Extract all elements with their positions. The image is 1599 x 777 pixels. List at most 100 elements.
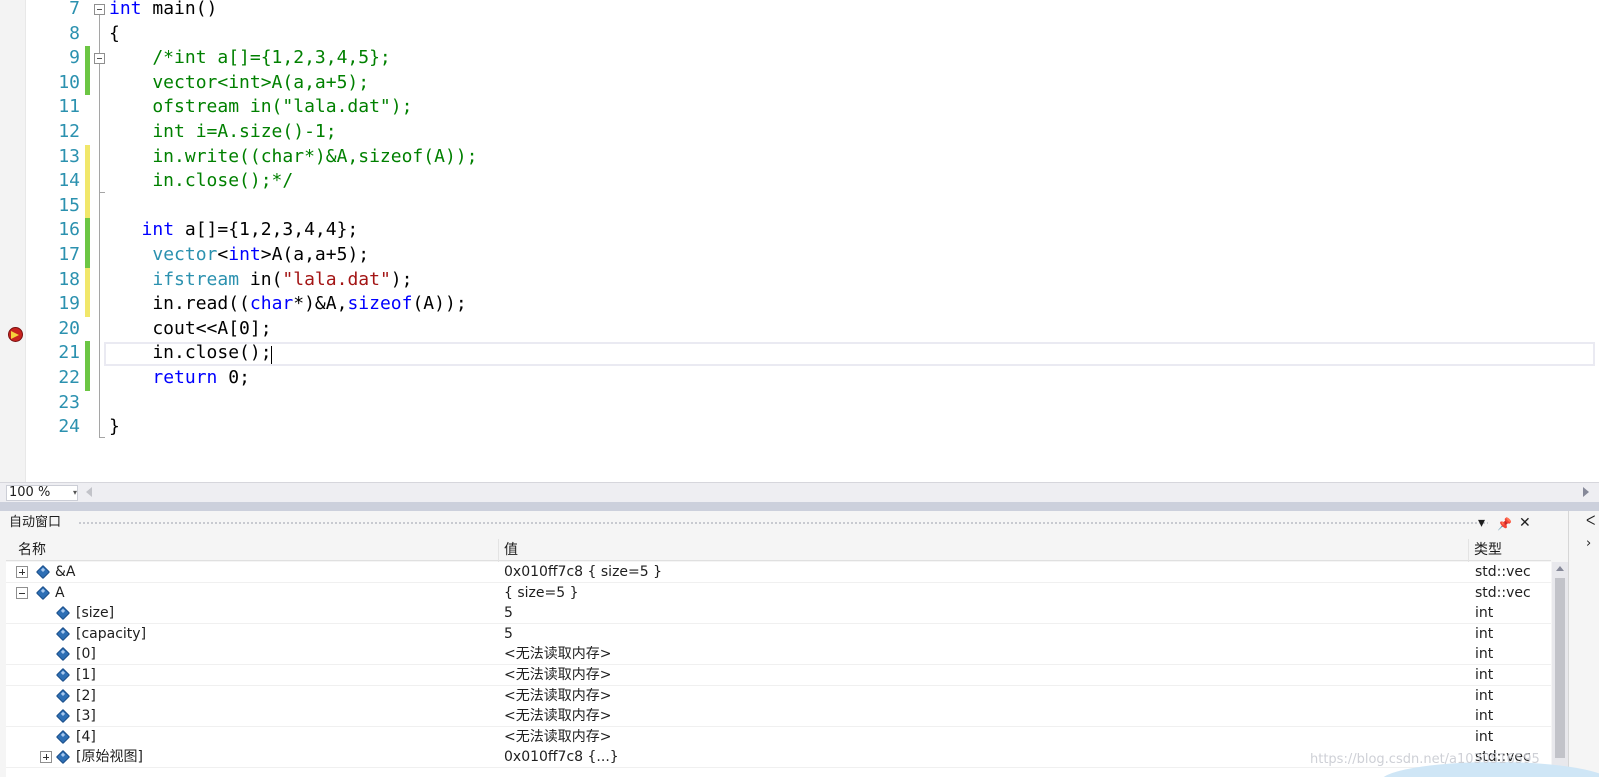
scroll-thumb[interactable] bbox=[1555, 578, 1565, 758]
code-line[interactable]: 13 in.write((char*)&A,sizeof(A)); bbox=[0, 144, 1599, 170]
collapse-comment-icon[interactable] bbox=[94, 53, 105, 64]
code-line[interactable]: 18 ifstream in("lala.dat"); bbox=[0, 267, 1599, 293]
variable-name: [2] bbox=[76, 687, 96, 704]
change-marker bbox=[85, 366, 90, 391]
code-line[interactable]: 11 ofstream in("lala.dat"); bbox=[0, 95, 1599, 120]
collapse-icon[interactable] bbox=[16, 586, 28, 599]
variable-value[interactable]: 5 bbox=[504, 605, 1464, 622]
vertical-scrollbar[interactable] bbox=[1552, 562, 1568, 777]
code-line[interactable]: 19 in.read((char*)&A,sizeof(A)); bbox=[0, 292, 1599, 317]
outline-guide-end bbox=[99, 437, 105, 438]
text-caret bbox=[271, 346, 272, 364]
code-token: in.close();*/ bbox=[109, 170, 294, 192]
variable-name: [原始视图] bbox=[76, 749, 143, 766]
field-icon bbox=[55, 647, 71, 662]
line-number: 7 bbox=[69, 0, 80, 19]
code-token: int i=A.size()-1; bbox=[109, 121, 337, 142]
code-line[interactable]: 24} bbox=[0, 415, 1599, 440]
autos-row[interactable]: [size] 5 int bbox=[6, 603, 1551, 625]
line-number: 18 bbox=[58, 268, 80, 290]
autos-row[interactable]: [1] <无法读取内存> int bbox=[6, 665, 1551, 686]
code-text: in.read((char*)&A,sizeof(A)); bbox=[109, 292, 467, 317]
code-token: { bbox=[109, 22, 120, 44]
code-line[interactable]: 23 bbox=[0, 391, 1599, 416]
variable-value[interactable]: { size=5 } bbox=[504, 585, 1464, 602]
line-number: 9 bbox=[69, 47, 80, 69]
code-line[interactable]: 17 vector<int>A(a,a+5); bbox=[0, 243, 1599, 268]
autos-window: 自动窗口 ▾ 📌 ✕ ᐸ › 名称 值 类型 &A 0x010ff7c8 { si… bbox=[0, 511, 1599, 777]
code-line[interactable]: 14 in.close();*/ bbox=[0, 169, 1599, 194]
expand-icon[interactable] bbox=[40, 751, 52, 764]
breakpoint-current-statement-icon[interactable] bbox=[8, 327, 23, 342]
window-position-dropdown-icon[interactable]: ▾ bbox=[1478, 514, 1485, 532]
code-token: int bbox=[109, 0, 142, 19]
code-line[interactable]: 7 int main() bbox=[0, 0, 1599, 22]
code-text: return 0; bbox=[109, 366, 250, 391]
side-expand-icon[interactable]: › bbox=[1586, 536, 1591, 551]
collapse-main-icon[interactable] bbox=[94, 4, 105, 15]
outline-guide bbox=[99, 193, 100, 437]
code-line[interactable]: 16 int a[]={1,2,3,4,4}; bbox=[0, 218, 1599, 243]
variable-value[interactable]: <无法读取内存> bbox=[504, 688, 1464, 705]
code-token: in( bbox=[239, 268, 283, 290]
variable-type: int bbox=[1475, 667, 1494, 683]
code-line[interactable]: 15 bbox=[0, 193, 1599, 219]
side-tab-icon[interactable]: ᐸ bbox=[1586, 514, 1595, 529]
autos-row[interactable]: &A 0x010ff7c8 { size=5 } std::vec bbox=[6, 562, 1551, 583]
expand-icon[interactable] bbox=[16, 566, 28, 578]
autos-grid-body: &A 0x010ff7c8 { size=5 } std::vec A{ size=5… bbox=[6, 562, 1551, 777]
column-header-name[interactable]: 名称 bbox=[18, 542, 46, 558]
variable-value[interactable]: 5 bbox=[504, 626, 1464, 643]
code-token: } bbox=[109, 416, 120, 438]
code-text: cout<<A[0]; bbox=[109, 317, 272, 342]
change-marker bbox=[85, 243, 90, 268]
title-grip[interactable] bbox=[78, 521, 1488, 526]
scroll-right-icon[interactable] bbox=[1583, 487, 1589, 497]
change-marker bbox=[85, 341, 90, 366]
code-token: /*int a[]={1,2,3,4,5}; bbox=[109, 47, 391, 69]
code-line[interactable]: 20 cout<<A[0]; bbox=[0, 317, 1599, 342]
autos-grid-header: 名称 值 类型 bbox=[6, 539, 1551, 561]
code-line[interactable]: 22 return 0; bbox=[0, 366, 1599, 391]
autos-row[interactable]: [2] <无法读取内存> int bbox=[6, 685, 1551, 707]
line-number: 24 bbox=[58, 416, 80, 438]
column-header-type[interactable]: 类型 bbox=[1474, 542, 1502, 558]
variable-value[interactable]: 0x010ff7c8 { size=5 } bbox=[504, 564, 1464, 581]
code-line[interactable]: 8{ bbox=[0, 22, 1599, 47]
variable-name: &A bbox=[55, 564, 76, 580]
line-number: 11 bbox=[58, 96, 80, 118]
code-editor[interactable]: 7 int main() 8{9 /*int a[]={1,2,3,4,5}; 10 … bbox=[0, 0, 1599, 482]
autos-row[interactable]: A { size=5 } std::vec bbox=[6, 582, 1551, 604]
code-line[interactable]: 10 vector<int>A(a,a+5); bbox=[0, 70, 1599, 96]
code-token: cout<<A[0]; bbox=[109, 317, 272, 339]
change-marker bbox=[85, 267, 90, 293]
code-line[interactable]: 9 /*int a[]={1,2,3,4,5}; bbox=[0, 46, 1599, 71]
variable-value[interactable]: <无法读取内存> bbox=[504, 646, 1464, 663]
scroll-left-icon[interactable] bbox=[86, 487, 92, 497]
scroll-up-icon[interactable] bbox=[1556, 566, 1564, 571]
change-marker bbox=[85, 292, 90, 317]
autos-row[interactable]: [3] <无法读取内存> int bbox=[6, 706, 1551, 728]
pin-icon[interactable]: 📌 bbox=[1497, 515, 1512, 533]
autos-row[interactable]: [4] <无法读取内存> int bbox=[6, 726, 1551, 748]
outline-guide bbox=[99, 64, 100, 193]
autos-title-bar[interactable]: 自动窗口 ▾ 📌 ✕ bbox=[0, 511, 1568, 537]
line-number: 22 bbox=[58, 367, 80, 388]
variable-type: std::vec bbox=[1475, 584, 1531, 601]
variable-type: std::vec bbox=[1475, 564, 1531, 580]
code-token: (A)); bbox=[412, 293, 467, 315]
code-line[interactable]: 12 int i=A.size()-1; bbox=[0, 120, 1599, 145]
code-token: ); bbox=[390, 268, 413, 290]
variable-value[interactable]: <无法读取内存> bbox=[504, 667, 1464, 684]
variable-value[interactable]: <无法读取内存> bbox=[504, 708, 1464, 725]
zoom-dropdown[interactable]: 100 % ▾ bbox=[6, 485, 78, 501]
autos-row[interactable]: [capacity] 5 int bbox=[6, 623, 1551, 645]
variable-value[interactable]: <无法读取内存> bbox=[504, 729, 1464, 746]
column-header-value[interactable]: 值 bbox=[504, 542, 518, 558]
variable-type: int bbox=[1475, 605, 1494, 622]
close-icon[interactable]: ✕ bbox=[1519, 514, 1531, 532]
autos-row[interactable]: [0] <无法读取内存> int bbox=[6, 644, 1551, 666]
panel-splitter[interactable] bbox=[0, 502, 1599, 511]
line-number: 14 bbox=[58, 170, 80, 192]
